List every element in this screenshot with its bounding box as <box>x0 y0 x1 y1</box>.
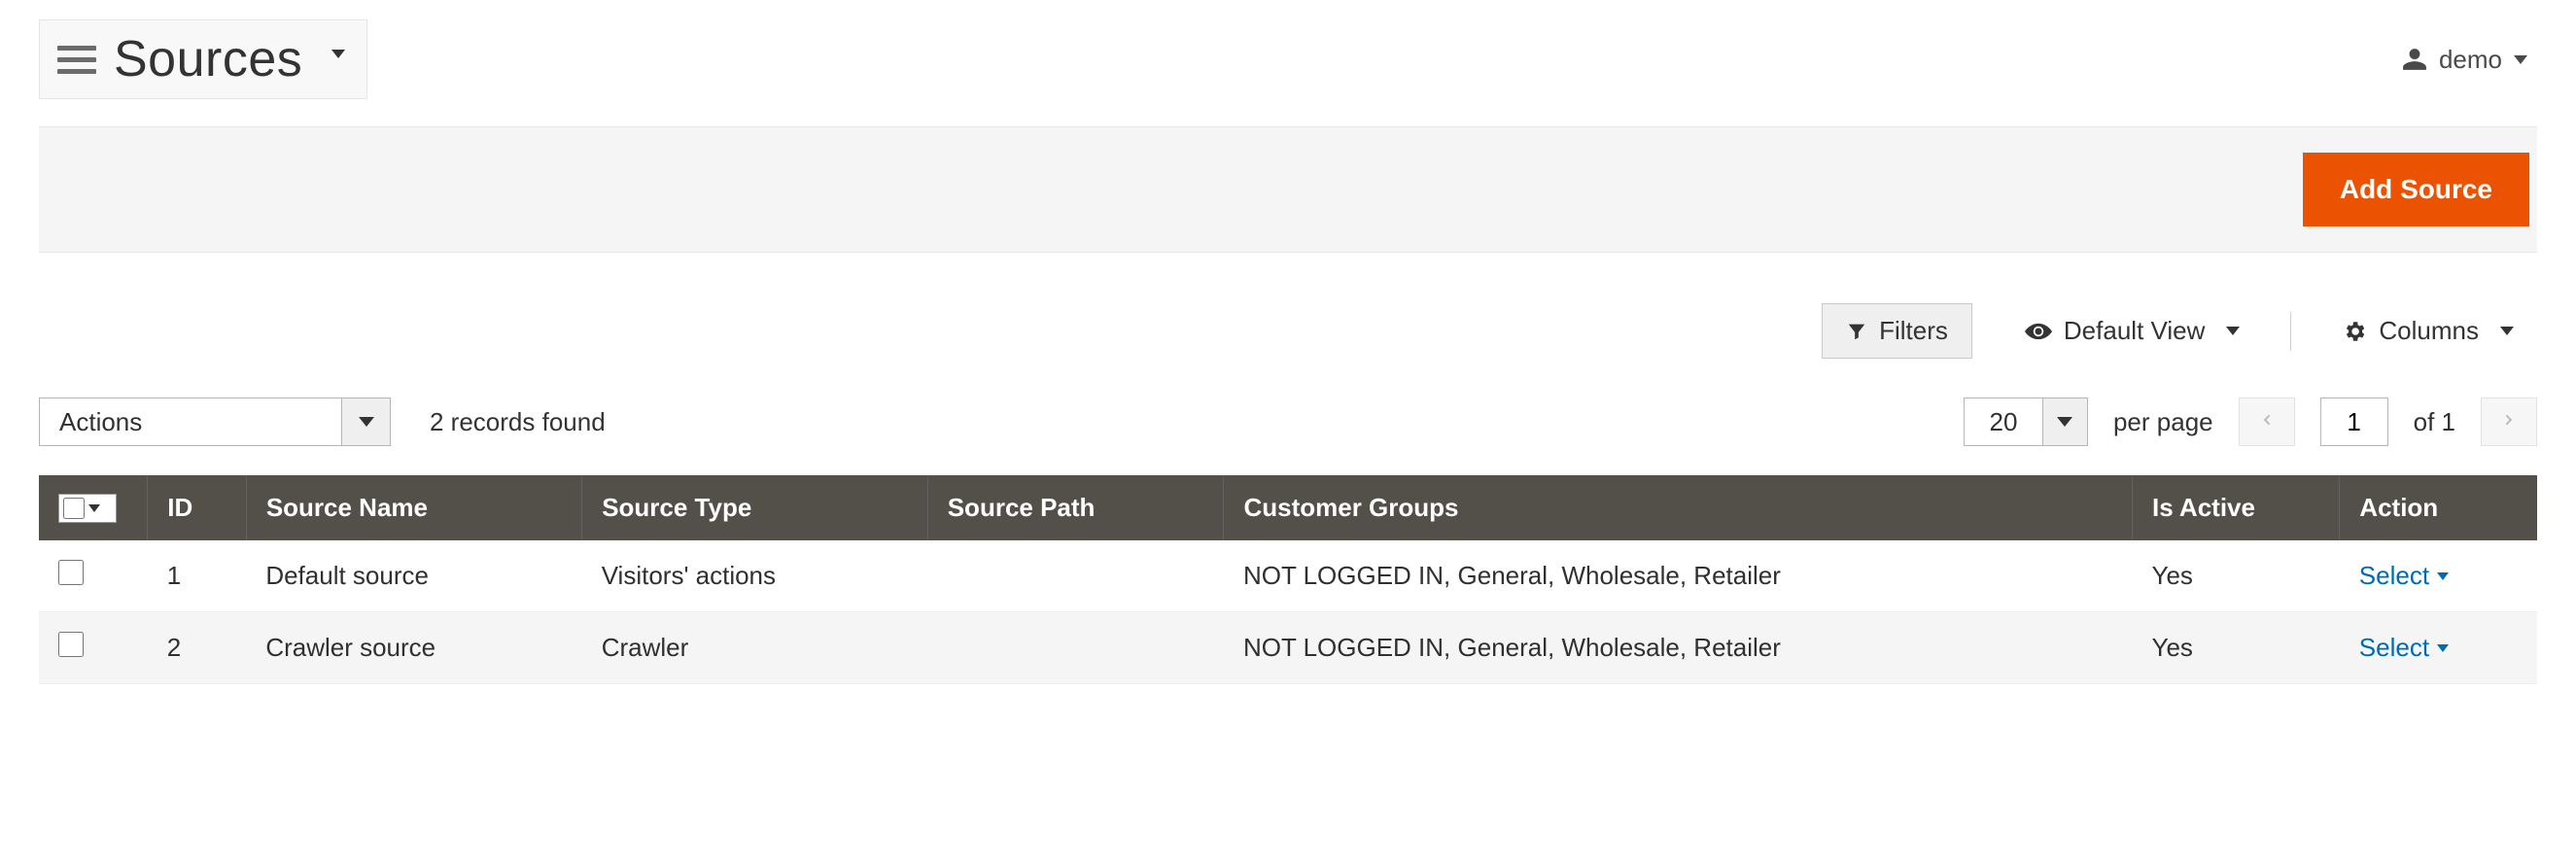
cell-is-active: Yes <box>2132 612 2339 684</box>
separator <box>2290 312 2291 351</box>
caret-down-icon <box>331 50 345 58</box>
filters-button[interactable]: Filters <box>1822 303 1972 359</box>
caret-down-icon <box>2514 55 2527 64</box>
columns-button[interactable]: Columns <box>2318 304 2537 358</box>
add-source-button[interactable]: Add Source <box>2303 153 2529 226</box>
header-source-name[interactable]: Source Name <box>246 475 581 540</box>
default-view-label: Default View <box>2064 316 2206 346</box>
page-size-value: 20 <box>1965 398 2042 445</box>
caret-down-icon <box>2226 327 2240 335</box>
menu-icon <box>57 40 96 79</box>
page-title-dropdown[interactable]: Sources <box>39 19 367 99</box>
cell-source-type: Crawler <box>582 612 928 684</box>
table-row: 1 Default source Visitors' actions NOT L… <box>39 540 2537 612</box>
row-action-select[interactable]: Select <box>2359 633 2449 663</box>
columns-label: Columns <box>2379 316 2479 346</box>
default-view-button[interactable]: Default View <box>2002 304 2264 358</box>
bulk-actions-label: Actions <box>40 398 341 445</box>
user-name: demo <box>2439 45 2502 75</box>
eye-icon <box>2025 318 2052 345</box>
table-row: 2 Crawler source Crawler NOT LOGGED IN, … <box>39 612 2537 684</box>
gear-icon <box>2342 319 2367 344</box>
chevron-left-icon <box>2259 408 2275 436</box>
per-page-label: per page <box>2113 407 2213 437</box>
records-found: 2 records found <box>430 407 606 437</box>
header-is-active[interactable]: Is Active <box>2132 475 2339 540</box>
caret-down-icon <box>2500 327 2514 335</box>
next-page-button[interactable] <box>2481 398 2537 446</box>
header-action: Action <box>2340 475 2537 540</box>
sources-table: ID Source Name Source Type Source Path C… <box>39 475 2537 684</box>
page-title: Sources <box>114 30 302 88</box>
cell-source-type: Visitors' actions <box>582 540 928 612</box>
cell-id: 1 <box>148 540 247 612</box>
prev-page-button[interactable] <box>2239 398 2295 446</box>
bulk-actions-select[interactable]: Actions <box>39 398 391 446</box>
cell-is-active: Yes <box>2132 540 2339 612</box>
bulk-actions-trigger[interactable] <box>341 398 390 445</box>
page-size-trigger[interactable] <box>2042 398 2087 445</box>
cell-customer-groups: NOT LOGGED IN, General, Wholesale, Retai… <box>1224 540 2133 612</box>
select-all-checkbox[interactable] <box>63 498 85 519</box>
caret-down-icon <box>2437 644 2449 652</box>
caret-down-icon <box>2057 417 2072 427</box>
user-icon <box>2402 47 2427 72</box>
filters-label: Filters <box>1879 316 1948 346</box>
header-customer-groups[interactable]: Customer Groups <box>1224 475 2133 540</box>
page-size-select[interactable]: 20 <box>1964 398 2088 446</box>
cell-source-name: Default source <box>246 540 581 612</box>
cell-customer-groups: NOT LOGGED IN, General, Wholesale, Retai… <box>1224 612 2133 684</box>
row-checkbox[interactable] <box>58 632 84 657</box>
page-input[interactable] <box>2320 398 2388 446</box>
header-id[interactable]: ID <box>148 475 247 540</box>
cell-source-name: Crawler source <box>246 612 581 684</box>
caret-down-icon <box>359 417 374 427</box>
row-action-select[interactable]: Select <box>2359 561 2449 591</box>
cell-source-path <box>927 540 1224 612</box>
chevron-right-icon <box>2501 408 2517 436</box>
caret-down-icon <box>2437 572 2449 580</box>
cell-source-path <box>927 612 1224 684</box>
funnel-icon <box>1846 321 1867 342</box>
row-checkbox[interactable] <box>58 560 84 585</box>
header-checkbox[interactable] <box>39 475 148 540</box>
cell-id: 2 <box>148 612 247 684</box>
user-menu[interactable]: demo <box>2402 45 2537 75</box>
of-pages-label: of 1 <box>2414 407 2455 437</box>
header-source-path[interactable]: Source Path <box>927 475 1224 540</box>
caret-down-icon <box>88 504 100 512</box>
header-source-type[interactable]: Source Type <box>582 475 928 540</box>
action-toolbar: Add Source <box>39 126 2537 253</box>
